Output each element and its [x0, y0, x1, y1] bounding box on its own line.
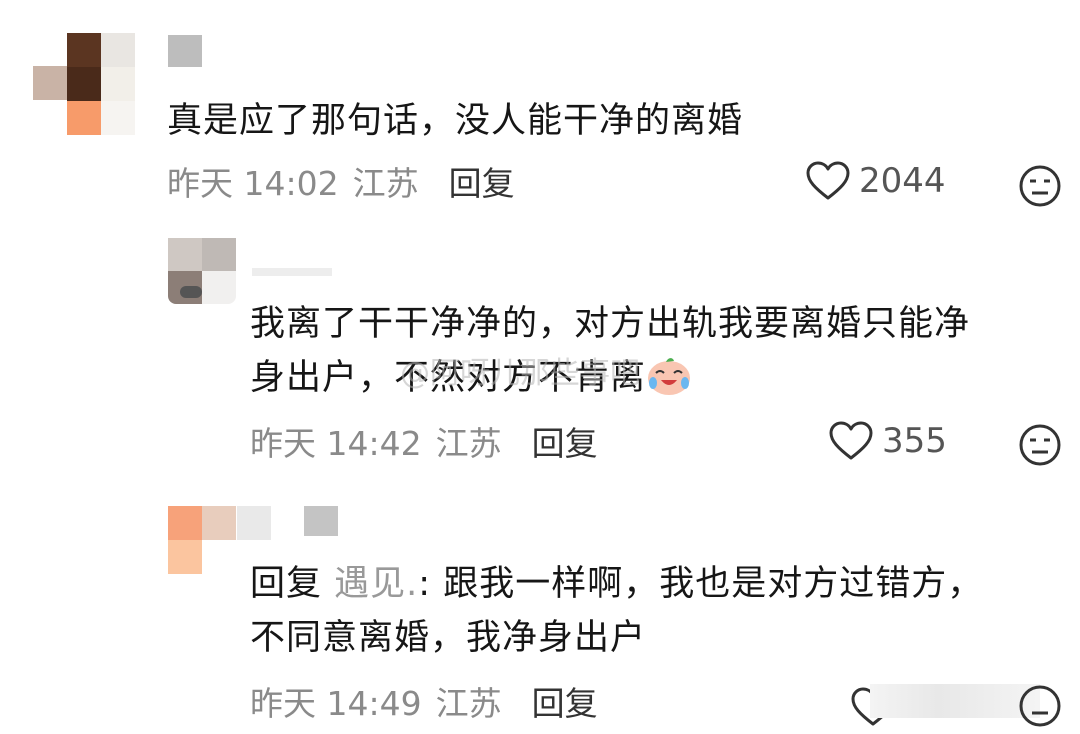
- avatar[interactable]: [33, 33, 135, 135]
- reply-button[interactable]: 回复: [532, 677, 598, 725]
- avatar[interactable]: [168, 506, 236, 574]
- comment-meta: 昨天 14:49 江苏 回复: [250, 678, 598, 724]
- comment-meta: 昨天 14:42 江苏 回复: [250, 418, 598, 464]
- comment-meta: 昨天 14:02 江苏 回复: [167, 158, 515, 204]
- reply-target-user[interactable]: 遇见.: [334, 564, 418, 604]
- heart-icon: [806, 161, 850, 200]
- comment-time: 昨天 14:49: [250, 684, 422, 723]
- avatar[interactable]: [168, 238, 236, 304]
- comment-location: 江苏: [352, 164, 419, 203]
- reply-text-line-1: 回复 遇见.: 跟我一样啊，我也是对方过错方，: [250, 558, 983, 611]
- username-blurred[interactable]: [304, 506, 338, 536]
- reply-prefix: 回复: [250, 564, 323, 604]
- dislike-face-icon[interactable]: [1018, 164, 1062, 208]
- like-button[interactable]: 355: [828, 418, 947, 464]
- comment-location: 江苏: [435, 424, 502, 463]
- like-button[interactable]: 2044: [805, 158, 946, 204]
- username-blurred[interactable]: [252, 268, 332, 276]
- obscured-region: [870, 684, 1040, 718]
- username-blurred[interactable]: [237, 506, 271, 540]
- comment-location: 江苏: [435, 684, 502, 723]
- like-count: 2044: [859, 161, 946, 201]
- like-count: 355: [882, 421, 947, 461]
- heart-icon: [829, 421, 873, 460]
- dislike-face-icon[interactable]: [1018, 684, 1062, 728]
- comment-time: 昨天 14:02: [167, 164, 339, 203]
- watermark: @阿呀儿那些事吧: [400, 356, 640, 391]
- comment-time: 昨天 14:42: [250, 424, 422, 463]
- reply-text: : 跟我一样啊，我也是对方过错方，: [418, 564, 984, 604]
- dislike-face-icon[interactable]: [1018, 423, 1062, 467]
- reply-button[interactable]: 回复: [532, 417, 598, 465]
- crying-laughing-emoji: [648, 358, 691, 395]
- username-blurred[interactable]: [168, 35, 202, 67]
- comment-text: 真是应了那句话，没人能干净的离婚: [167, 101, 744, 141]
- reply-button[interactable]: 回复: [449, 157, 515, 205]
- comment-text-line-1: 我离了干干净净的，对方出轨我要离婚只能净: [250, 304, 971, 344]
- reply-text-line-2: 不同意离婚，我净身出户: [250, 618, 647, 658]
